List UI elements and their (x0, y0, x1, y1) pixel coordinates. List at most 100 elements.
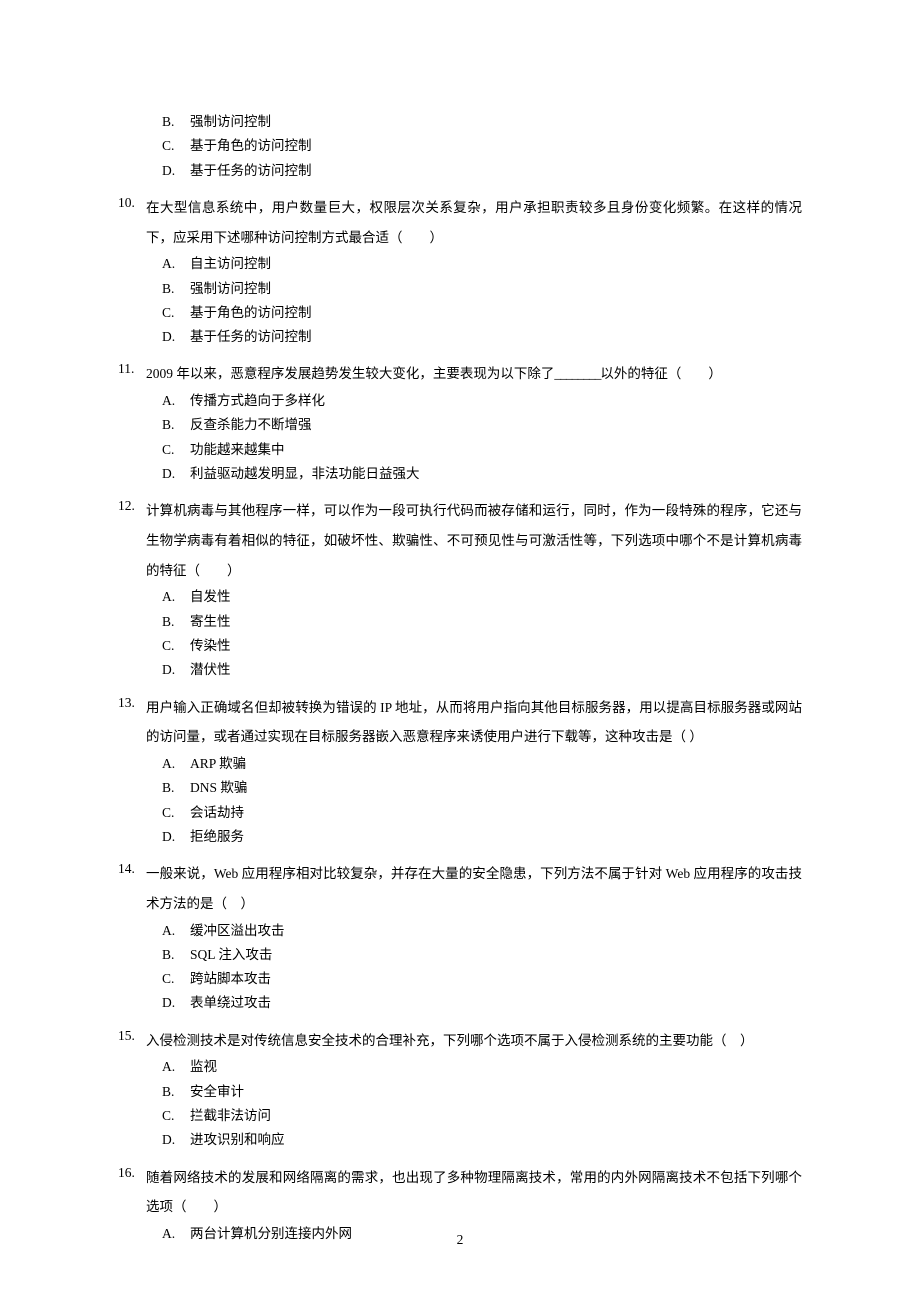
option-label: C. (162, 301, 190, 325)
option-label: D. (162, 325, 190, 349)
option-text: 基于角色的访问控制 (190, 305, 312, 320)
option-text: 缓冲区溢出攻击 (190, 923, 285, 938)
option-text: 利益驱动越发明显，非法功能日益强大 (190, 466, 420, 481)
option-label: B. (162, 610, 190, 634)
question-number: 13. (118, 693, 146, 713)
option-label: B. (162, 277, 190, 301)
option-item: A.自发性 (162, 585, 802, 609)
question-15: 15. 入侵检测技术是对传统信息安全技术的合理补充，下列哪个选项不属于入侵检测系… (118, 1026, 802, 1153)
option-label: A. (162, 585, 190, 609)
page-number: 2 (0, 1230, 920, 1250)
option-text: 会话劫持 (190, 805, 244, 820)
option-item: B.寄生性 (162, 610, 802, 634)
option-item: A.缓冲区溢出攻击 (162, 919, 802, 943)
option-item: D.基于任务的访问控制 (162, 325, 802, 349)
option-item: C.拦截非法访问 (162, 1104, 802, 1128)
option-text: 拒绝服务 (190, 829, 244, 844)
option-label: B. (162, 110, 190, 134)
option-item: A.自主访问控制 (162, 252, 802, 276)
question-11: 11. 2009 年以来，恶意程序发展趋势发生较大变化，主要表现为以下除了___… (118, 359, 802, 486)
option-list: A.缓冲区溢出攻击 B.SQL 注入攻击 C.跨站脚本攻击 D.表单绕过攻击 (118, 919, 802, 1016)
option-item: D.基于任务的访问控制 (162, 159, 802, 183)
option-text: ARP 欺骗 (190, 756, 246, 771)
option-list: A.自发性 B.寄生性 C.传染性 D.潜伏性 (118, 585, 802, 682)
option-label: C. (162, 801, 190, 825)
option-text: 进攻识别和响应 (190, 1132, 285, 1147)
option-text: 自发性 (190, 589, 231, 604)
option-item: B.强制访问控制 (162, 110, 802, 134)
question-stem: 2009 年以来，恶意程序发展趋势发生较大变化，主要表现为以下除了_______… (146, 359, 802, 389)
question-number: 15. (118, 1026, 146, 1046)
question-stem: 在大型信息系统中，用户数量巨大，权限层次关系复杂，用户承担职责较多且身份变化频繁… (146, 193, 802, 252)
option-list: A.监视 B.安全审计 C.拦截非法访问 D.进攻识别和响应 (118, 1055, 802, 1152)
question-number: 12. (118, 496, 146, 516)
option-label: C. (162, 1104, 190, 1128)
option-label: A. (162, 389, 190, 413)
option-text: DNS 欺骗 (190, 780, 247, 795)
option-text: 基于任务的访问控制 (190, 163, 312, 178)
option-label: D. (162, 658, 190, 682)
option-text: 强制访问控制 (190, 114, 271, 129)
option-item: D.利益驱动越发明显，非法功能日益强大 (162, 462, 802, 486)
option-item: C.功能越来越集中 (162, 438, 802, 462)
option-text: 传染性 (190, 638, 231, 653)
option-text: 反查杀能力不断增强 (190, 417, 312, 432)
stem-after: 以外的特征（ ） (600, 366, 722, 381)
option-item: D.拒绝服务 (162, 825, 802, 849)
question-stem: 计算机病毒与其他程序一样，可以作为一段可执行代码而被存储和运行，同时，作为一段特… (146, 496, 802, 585)
option-text: 自主访问控制 (190, 256, 271, 271)
question-number: 11. (118, 359, 146, 379)
option-item: C.会话劫持 (162, 801, 802, 825)
option-item: B.安全审计 (162, 1080, 802, 1104)
question-number: 10. (118, 193, 146, 213)
option-list: A.传播方式趋向于多样化 B.反查杀能力不断增强 C.功能越来越集中 D.利益驱… (118, 389, 802, 486)
option-item: D.表单绕过攻击 (162, 991, 802, 1015)
option-item: D.潜伏性 (162, 658, 802, 682)
question-stem: 用户输入正确域名但却被转换为错误的 IP 地址，从而将用户指向其他目标服务器，用… (146, 693, 802, 752)
option-text: 监视 (190, 1059, 217, 1074)
question-list: 10. 在大型信息系统中，用户数量巨大，权限层次关系复杂，用户承担职责较多且身份… (118, 193, 802, 1246)
option-label: D. (162, 462, 190, 486)
option-item: C.基于角色的访问控制 (162, 134, 802, 158)
option-label: C. (162, 134, 190, 158)
option-text: 表单绕过攻击 (190, 995, 271, 1010)
question-10: 10. 在大型信息系统中，用户数量巨大，权限层次关系复杂，用户承担职责较多且身份… (118, 193, 802, 350)
option-label: D. (162, 159, 190, 183)
option-label: C. (162, 438, 190, 462)
option-text: 功能越来越集中 (190, 442, 285, 457)
option-text: 基于任务的访问控制 (190, 329, 312, 344)
option-item: C.基于角色的访问控制 (162, 301, 802, 325)
option-label: B. (162, 1080, 190, 1104)
option-text: 寄生性 (190, 614, 231, 629)
option-text: 拦截非法访问 (190, 1108, 271, 1123)
option-item: C.传染性 (162, 634, 802, 658)
option-list: A.自主访问控制 B.强制访问控制 C.基于角色的访问控制 D.基于任务的访问控… (118, 252, 802, 349)
option-label: A. (162, 1055, 190, 1079)
option-item: B.强制访问控制 (162, 277, 802, 301)
option-item: B.DNS 欺骗 (162, 776, 802, 800)
question-12: 12. 计算机病毒与其他程序一样，可以作为一段可执行代码而被存储和运行，同时，作… (118, 496, 802, 682)
option-item: D.进攻识别和响应 (162, 1128, 802, 1152)
option-label: C. (162, 634, 190, 658)
option-text: 安全审计 (190, 1084, 244, 1099)
previous-question-options: B.强制访问控制 C.基于角色的访问控制 D.基于任务的访问控制 (118, 110, 802, 183)
option-label: A. (162, 252, 190, 276)
option-label: B. (162, 413, 190, 437)
question-13: 13. 用户输入正确域名但却被转换为错误的 IP 地址，从而将用户指向其他目标服… (118, 693, 802, 850)
option-label: B. (162, 776, 190, 800)
option-label: C. (162, 967, 190, 991)
question-stem: 随着网络技术的发展和网络隔离的需求，也出现了多种物理隔离技术，常用的内外网隔离技… (146, 1163, 802, 1222)
option-text: 传播方式趋向于多样化 (190, 393, 325, 408)
option-item: B.反查杀能力不断增强 (162, 413, 802, 437)
stem-before: 2009 年以来，恶意程序发展趋势发生较大变化，主要表现为以下除了 (146, 366, 554, 381)
question-number: 16. (118, 1163, 146, 1183)
question-14: 14. 一般来说，Web 应用程序相对比较复杂，并存在大量的安全隐患，下列方法不… (118, 859, 802, 1016)
option-item: C.跨站脚本攻击 (162, 967, 802, 991)
option-item: B.SQL 注入攻击 (162, 943, 802, 967)
fill-blank: ________ (554, 359, 600, 389)
option-label: D. (162, 991, 190, 1015)
option-text: 跨站脚本攻击 (190, 971, 271, 986)
option-list: A.ARP 欺骗 B.DNS 欺骗 C.会话劫持 D.拒绝服务 (118, 752, 802, 849)
question-stem: 一般来说，Web 应用程序相对比较复杂，并存在大量的安全隐患，下列方法不属于针对… (146, 859, 802, 918)
option-label: D. (162, 1128, 190, 1152)
